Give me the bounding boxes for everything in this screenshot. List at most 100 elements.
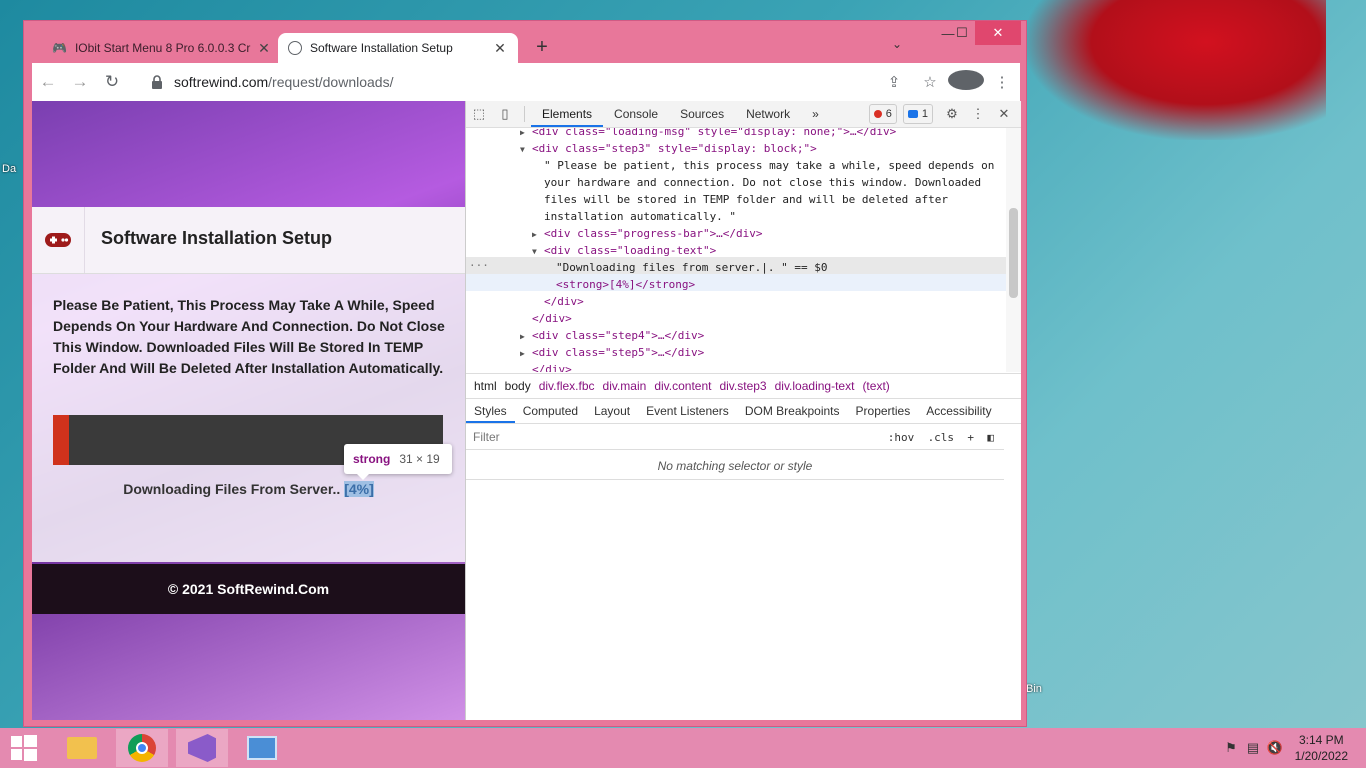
node-ellipsis-icon[interactable]: ··· <box>469 257 489 274</box>
breadcrumb-item[interactable]: div.loading-text <box>775 379 855 393</box>
dom-node-line[interactable]: your hardware and connection. Do not clo… <box>532 174 981 191</box>
subtab-dom-breakpoints[interactable]: DOM Breakpoints <box>737 399 848 423</box>
cls-button[interactable]: .cls <box>928 431 955 444</box>
dom-node-line[interactable]: ▶ <div class="step5">…</div> <box>520 344 704 362</box>
gear-icon[interactable]: ⚙ <box>939 106 965 122</box>
new-tab-button[interactable]: + <box>532 36 552 59</box>
tab-sources[interactable]: Sources <box>669 101 735 127</box>
inspect-element-icon[interactable]: ⬚ <box>466 106 492 122</box>
more-tabs-button[interactable]: » <box>801 101 830 127</box>
bookmark-star-icon[interactable]: ☆ <box>912 73 948 91</box>
url-path: /request/downloads/ <box>268 74 394 90</box>
desktop-icon-label[interactable]: Da <box>2 163 16 175</box>
expand-arrow-icon[interactable]: ▶ <box>520 328 532 345</box>
folder-icon <box>67 737 97 759</box>
collapse-arrow-icon[interactable]: ▼ <box>532 243 544 260</box>
tab-elements[interactable]: Elements <box>531 101 604 127</box>
windows-logo-icon <box>11 735 37 761</box>
volume-muted-icon[interactable]: 🔇 <box>1264 740 1286 756</box>
dom-node-line[interactable]: </div> <box>520 310 572 327</box>
taskbar-visual-studio[interactable] <box>176 729 228 767</box>
menu-kebab-icon[interactable]: ⋮ <box>984 73 1020 91</box>
dom-node-line[interactable]: ▼ <div class="loading-text"> <box>532 242 716 260</box>
maximize-button[interactable]: ☐ <box>946 21 978 45</box>
gamepad-icon <box>32 207 85 273</box>
new-rule-button[interactable]: + <box>967 431 974 444</box>
subtab-computed[interactable]: Computed <box>515 399 586 423</box>
dom-node-text: <strong>[4%]</strong> <box>556 278 696 291</box>
clock-date: 1/20/2022 <box>1294 749 1348 763</box>
dom-node-line[interactable]: files will be stored in TEMP folder and … <box>532 191 948 208</box>
address-bar[interactable]: softrewind.com/request/downloads/ <box>148 69 908 95</box>
download-progress-fill <box>53 415 69 465</box>
url-host: softrewind.com <box>174 74 269 90</box>
device-toggle-icon[interactable]: ▯ <box>492 106 518 122</box>
close-tab-icon[interactable]: ✕ <box>256 40 272 57</box>
expand-arrow-icon[interactable]: ▶ <box>532 226 544 243</box>
tab-network[interactable]: Network <box>735 101 801 127</box>
dom-tree[interactable]: ··· ▶ <div class="loading-msg" style="dis… <box>466 128 1006 372</box>
breadcrumb-item[interactable]: div.main <box>603 379 647 393</box>
subtab-layout[interactable]: Layout <box>586 399 638 423</box>
control-panel-icon <box>247 736 277 760</box>
kebab-menu-icon[interactable]: ⋮ <box>965 106 991 122</box>
breadcrumb-item[interactable]: div.flex.fbc <box>539 379 595 393</box>
dom-node-line[interactable]: </div> <box>532 293 584 310</box>
tab-iobit[interactable]: 🎮 IObit Start Menu 8 Pro 6.0.0.3 Cr ✕ <box>42 33 282 63</box>
profile-button[interactable] <box>948 70 984 94</box>
messages-badge[interactable]: 1 <box>902 104 933 124</box>
subtab-accessibility[interactable]: Accessibility <box>918 399 999 423</box>
network-icon[interactable]: ▤ <box>1242 740 1264 756</box>
taskbar-control-panel[interactable] <box>236 729 288 767</box>
message-count: 1 <box>921 108 928 120</box>
close-tab-icon[interactable]: ✕ <box>492 40 508 57</box>
sidebar-toggle-icon[interactable]: ◧ <box>987 431 994 444</box>
dom-node-line[interactable]: <strong>[4%]</strong> <box>544 276 695 293</box>
dom-node-line[interactable]: ▶ <div class="progress-bar">…</div> <box>532 225 763 243</box>
tab-search-button[interactable]: ⌄ <box>892 37 902 51</box>
tab-software-setup[interactable]: Software Installation Setup ✕ <box>278 33 518 63</box>
dom-node-line[interactable]: " Please be patient, this process may ta… <box>532 157 994 174</box>
dom-node-text: installation automatically. " <box>544 210 737 223</box>
dom-node-line[interactable]: installation automatically. " <box>532 208 736 225</box>
tooltip-arrow <box>357 474 369 480</box>
share-icon[interactable]: ⇪ <box>876 73 912 91</box>
desktop-icon-label-recycle[interactable]: Bin <box>1026 683 1042 695</box>
dom-node-line[interactable]: </div> <box>520 361 572 372</box>
clock-time: 3:14 PM <box>1298 733 1344 747</box>
lock-icon[interactable] <box>150 75 164 89</box>
system-clock[interactable]: 3:14 PM 1/20/2022 <box>1295 732 1348 764</box>
close-window-button[interactable]: ✕ <box>975 21 1021 45</box>
dom-node-text: your hardware and connection. Do not clo… <box>544 176 982 189</box>
breadcrumb-item[interactable]: (text) <box>862 379 889 393</box>
start-button[interactable] <box>0 729 48 767</box>
dom-node-line[interactable]: ▼ <div class="step3" style="display: bloc… <box>520 140 817 158</box>
dom-node-text: <div class="loading-text"> <box>544 244 717 257</box>
dom-node-line[interactable]: "Downloading files from server.|. " == $… <box>544 259 828 276</box>
collapse-arrow-icon[interactable]: ▼ <box>520 141 532 158</box>
dom-node-text: <div class="step4">…</div> <box>532 329 705 342</box>
forward-button[interactable]: → <box>64 72 96 92</box>
scroll-thumb[interactable] <box>1009 208 1018 298</box>
taskbar-explorer[interactable] <box>56 729 108 767</box>
filter-input[interactable]: Filter <box>466 430 888 444</box>
close-devtools-icon[interactable]: ✕ <box>991 106 1017 122</box>
subtab-properties[interactable]: Properties <box>848 399 919 423</box>
subtab-styles[interactable]: Styles <box>466 399 515 423</box>
taskbar-chrome[interactable] <box>116 729 168 767</box>
back-button[interactable]: ← <box>32 72 64 92</box>
breadcrumb-item[interactable]: div.step3 <box>719 379 766 393</box>
breadcrumb-item[interactable]: html <box>474 379 497 393</box>
errors-badge[interactable]: 6 <box>868 104 897 124</box>
devtools-panel: ⬚ ▯ Elements Console Sources Network » 6… <box>465 101 1021 720</box>
expand-arrow-icon[interactable]: ▶ <box>520 345 532 362</box>
action-center-flag-icon[interactable]: ⚑ <box>1220 740 1242 756</box>
dom-scrollbar[interactable] <box>1006 128 1021 372</box>
tab-console[interactable]: Console <box>603 101 669 127</box>
breadcrumb-item[interactable]: div.content <box>654 379 711 393</box>
hov-button[interactable]: :hov <box>888 431 915 444</box>
breadcrumb-item[interactable]: body <box>505 379 531 393</box>
reload-button[interactable]: ↻ <box>96 72 128 92</box>
dom-node-line[interactable]: ▶ <div class="step4">…</div> <box>520 327 704 345</box>
subtab-event-listeners[interactable]: Event Listeners <box>638 399 737 423</box>
